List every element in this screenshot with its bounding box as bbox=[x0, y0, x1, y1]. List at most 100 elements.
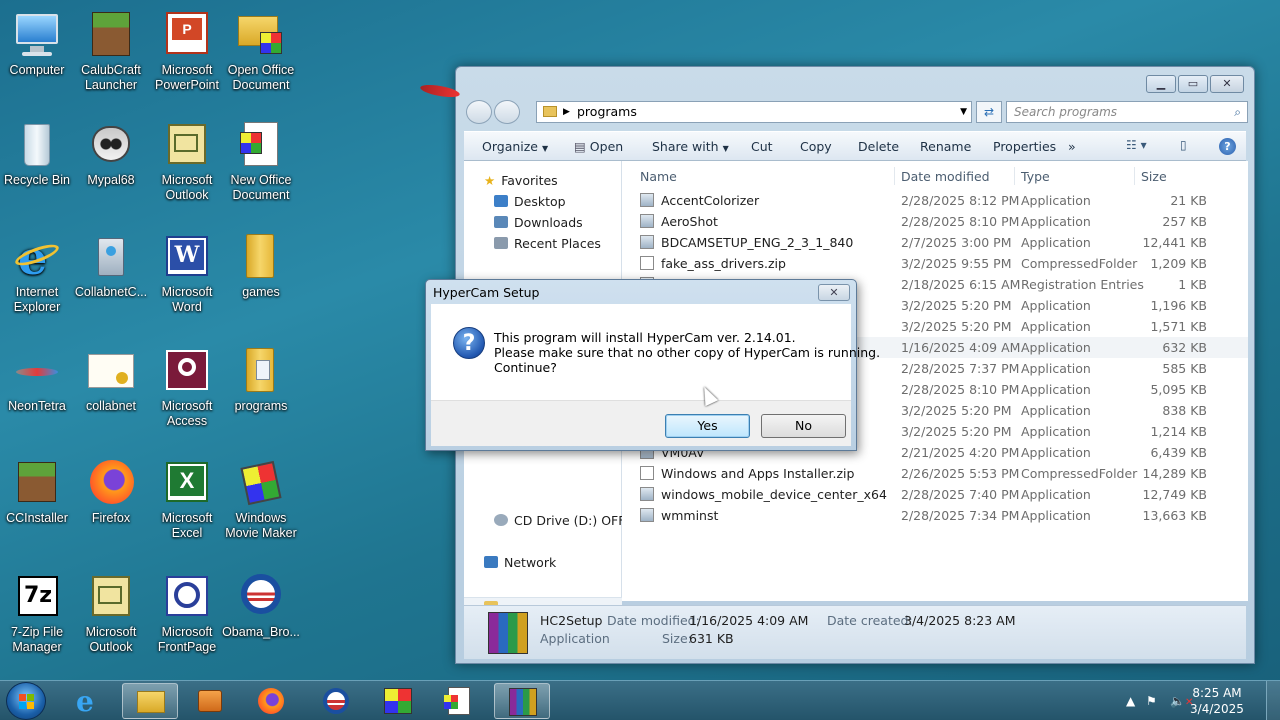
file-size: 5,095 KB bbox=[1150, 382, 1207, 397]
column-type[interactable]: Type bbox=[1021, 169, 1050, 184]
maximize-button[interactable]: ▭ bbox=[1178, 75, 1208, 93]
organize-button[interactable]: Organize ▼ bbox=[482, 139, 548, 154]
desktop-icon-movie-maker[interactable]: Windows Movie Maker bbox=[222, 458, 300, 541]
dialog-body: ? This program will install HyperCam ver… bbox=[431, 304, 880, 400]
desktop-icon-word[interactable]: W Microsoft Word bbox=[148, 232, 226, 315]
show-hidden-icons-icon[interactable]: ▲ bbox=[1126, 694, 1135, 708]
desktop-icon-ccinstaller[interactable]: CCInstaller bbox=[0, 458, 76, 526]
table-row[interactable]: AccentColorizer 2/28/2025 8:12 PM Applicat… bbox=[622, 190, 1248, 211]
nav-downloads[interactable]: Downloads bbox=[494, 215, 583, 230]
desktop-icon-firefox[interactable]: Firefox bbox=[72, 458, 150, 526]
desktop-icon-internet-explorer[interactable]: e Internet Explorer bbox=[0, 232, 76, 315]
help-icon[interactable]: ? bbox=[1219, 138, 1236, 155]
cut-button[interactable]: Cut bbox=[751, 139, 773, 154]
copy-button[interactable]: Copy bbox=[800, 139, 832, 154]
file-size: 1,571 KB bbox=[1150, 319, 1207, 334]
obama-logo-icon bbox=[236, 572, 286, 622]
file-name: BDCAMSETUP_ENG_2_3_1_840 bbox=[661, 235, 854, 250]
share-with-button[interactable]: Share with ▼ bbox=[652, 139, 729, 154]
nav-favorites[interactable]: ★ Favorites bbox=[484, 173, 558, 188]
nav-desktop[interactable]: Desktop bbox=[494, 194, 566, 209]
desktop-icon-collabnet[interactable]: collabnet bbox=[72, 346, 150, 414]
desktop-icon-neontetra[interactable]: NeonTetra bbox=[0, 346, 76, 414]
dialog-message-line1: This program will install HyperCam ver. … bbox=[494, 330, 796, 345]
desktop-icon-outlook[interactable]: Microsoft Outlook bbox=[148, 120, 226, 203]
nav-recent-places[interactable]: Recent Places bbox=[494, 236, 601, 251]
desktop-icon-label: Open Office Document bbox=[227, 63, 295, 92]
no-button[interactable]: No bbox=[761, 414, 846, 438]
taskbar-internet-explorer[interactable]: e bbox=[62, 683, 118, 719]
start-button[interactable] bbox=[6, 682, 46, 720]
table-row[interactable]: wmminst 2/28/2025 7:34 PM Application 13,66… bbox=[622, 505, 1248, 526]
taskbar-media-player[interactable] bbox=[182, 683, 238, 719]
minimize-button[interactable]: ▁ bbox=[1146, 75, 1176, 93]
yes-button[interactable]: Yes bbox=[665, 414, 750, 438]
file-name: windows_mobile_device_center_x64 bbox=[661, 487, 887, 502]
desktop-icon-7zip[interactable]: 7z 7-Zip File Manager bbox=[0, 572, 76, 655]
desktop-icon-outlook-2[interactable]: Microsoft Outlook bbox=[72, 572, 150, 655]
windows-logo-icon bbox=[19, 694, 35, 710]
table-row[interactable]: fake_ass_drivers.zip 3/2/2025 9:55 PM Comp… bbox=[622, 253, 1248, 274]
desktop-icon-excel[interactable]: X Microsoft Excel bbox=[148, 458, 226, 541]
table-row[interactable]: BDCAMSETUP_ENG_2_3_1_840 2/7/2025 3:00 PM… bbox=[622, 232, 1248, 253]
file-type: Application bbox=[1021, 361, 1091, 376]
nav-network[interactable]: Network bbox=[484, 555, 556, 570]
open-button[interactable]: ▤ Open bbox=[574, 139, 623, 154]
close-button[interactable]: ✕ bbox=[1210, 75, 1244, 93]
chevron-down-icon[interactable]: ▼ bbox=[960, 102, 967, 122]
desktop-icon-powerpoint[interactable]: P Microsoft PowerPoint bbox=[148, 10, 226, 93]
taskbar-open-office[interactable] bbox=[370, 683, 426, 719]
delete-button[interactable]: Delete bbox=[858, 139, 899, 154]
details-size: 631 KB bbox=[689, 631, 734, 646]
desktop-icon-frontpage[interactable]: Microsoft FrontPage bbox=[148, 572, 226, 655]
file-type: Registration Entries bbox=[1021, 277, 1144, 292]
file-date-modified: 3/2/2025 5:20 PM bbox=[901, 424, 1012, 439]
column-name[interactable]: Name bbox=[640, 169, 677, 184]
desktop-icon-computer[interactable]: Computer bbox=[0, 10, 76, 78]
rename-button[interactable]: Rename bbox=[920, 139, 971, 154]
address-bar[interactable]: ▶ programs ▼ bbox=[536, 101, 972, 123]
taskbar-explorer[interactable] bbox=[122, 683, 178, 719]
desktop-icon-access[interactable]: Microsoft Access bbox=[148, 346, 226, 429]
column-size[interactable]: Size bbox=[1141, 169, 1167, 184]
clock[interactable]: 8:25 AM 3/4/2025 bbox=[1182, 685, 1252, 717]
show-desktop-button[interactable] bbox=[1266, 681, 1280, 720]
table-row[interactable]: AeroShot 2/28/2025 8:10 PM Application 257 … bbox=[622, 211, 1248, 232]
desktop-icon-recycle-bin[interactable]: Recycle Bin bbox=[0, 120, 76, 188]
desktop-icon-programs[interactable]: programs bbox=[222, 346, 300, 414]
taskbar-new-office-document[interactable] bbox=[432, 683, 488, 719]
command-bar: Organize ▼ ▤ Open Share with ▼ Cut Copy De… bbox=[464, 131, 1246, 161]
file-size: 838 KB bbox=[1162, 403, 1207, 418]
desktop-icon-calubcraft[interactable]: CalubCraft Launcher bbox=[72, 10, 150, 93]
desktop-icon-games[interactable]: games bbox=[222, 232, 300, 300]
desktop-icon-collabnetc[interactable]: CollabnetC... bbox=[72, 232, 150, 300]
desktop-icon-open-office-document[interactable]: Open Office Document bbox=[222, 10, 300, 93]
open-office-icon bbox=[384, 688, 412, 714]
forward-button[interactable] bbox=[494, 100, 520, 124]
details-date-modified: 1/16/2025 4:09 AM bbox=[689, 613, 809, 628]
details-date-modified-label: Date modified: bbox=[607, 613, 700, 628]
file-name: Windows and Apps Installer.zip bbox=[661, 466, 855, 481]
preview-pane-icon[interactable]: ▯ bbox=[1180, 138, 1202, 154]
more-commands-button[interactable]: » bbox=[1068, 139, 1076, 154]
taskbar-obama[interactable] bbox=[308, 683, 364, 719]
desktop-icon-mypal68[interactable]: Mypal68 bbox=[72, 120, 150, 188]
column-date-modified[interactable]: Date modified bbox=[901, 169, 990, 184]
desktop-icon-label: New Office Document bbox=[230, 173, 292, 202]
table-row[interactable]: windows_mobile_device_center_x64 2/28/202… bbox=[622, 484, 1248, 505]
refresh-button[interactable]: ⇄ bbox=[976, 101, 1002, 123]
desktop-icon-new-office-document[interactable]: New Office Document bbox=[222, 120, 300, 203]
back-button[interactable] bbox=[466, 100, 492, 124]
table-row[interactable]: Windows and Apps Installer.zip 2/26/2025 … bbox=[622, 463, 1248, 484]
file-date-modified: 2/7/2025 3:00 PM bbox=[901, 235, 1012, 250]
file-date-modified: 3/2/2025 5:20 PM bbox=[901, 319, 1012, 334]
taskbar-firefox[interactable] bbox=[244, 683, 300, 719]
desktop-icon-label: Computer bbox=[9, 63, 65, 77]
taskbar-hypercam-setup[interactable] bbox=[494, 683, 550, 719]
action-center-icon[interactable]: ⚑ bbox=[1146, 694, 1157, 708]
properties-button[interactable]: Properties bbox=[993, 139, 1056, 154]
dialog-close-button[interactable]: ✕ bbox=[818, 284, 850, 301]
search-input[interactable]: Search programs ⌕ bbox=[1006, 101, 1248, 123]
view-options-icon[interactable]: ☷ ▾ bbox=[1126, 138, 1148, 154]
desktop-icon-obama-bro[interactable]: Obama_Bro... bbox=[222, 572, 300, 640]
